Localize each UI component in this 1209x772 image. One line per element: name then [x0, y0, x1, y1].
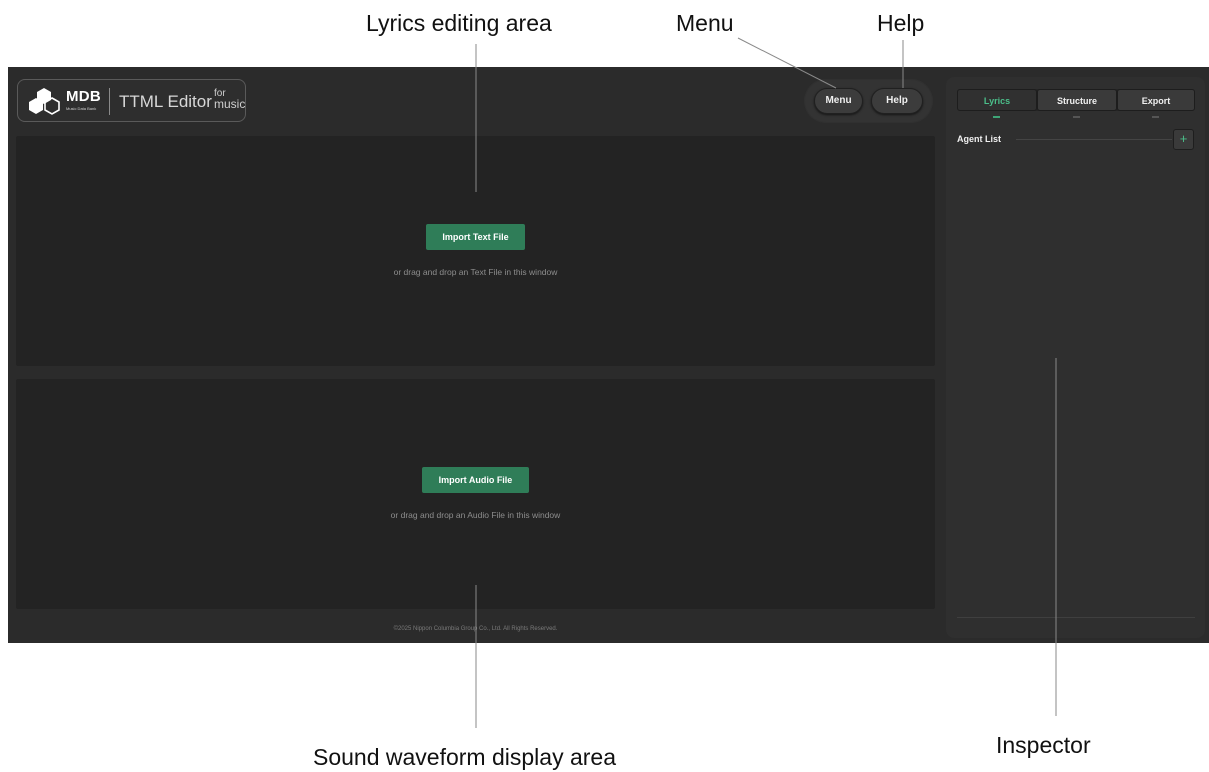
inspector-panel: Lyrics Structure Export Agent List +	[946, 77, 1205, 638]
annotation-sound-waveform-area: Sound waveform display area	[313, 744, 616, 770]
import-text-file-button[interactable]: Import Text File	[426, 224, 525, 250]
app-title-suffix: for music	[214, 89, 246, 111]
agent-list-divider	[1016, 139, 1172, 140]
logo-brand: MDB	[66, 88, 102, 105]
annotation-help: Help	[877, 10, 925, 36]
help-button[interactable]: Help	[871, 88, 923, 114]
audio-drop-hint: or drag and drop an Audio File in this w…	[390, 510, 561, 520]
logo-subtitle: Music Data Bank	[66, 106, 97, 111]
annotation-inspector: Inspector	[996, 732, 1091, 758]
app-title-suffix-music: music	[214, 97, 246, 111]
tab-indicator-export	[1152, 116, 1159, 118]
tab-export[interactable]: Export	[1117, 89, 1195, 111]
logo-separator	[109, 88, 110, 115]
tab-lyrics[interactable]: Lyrics	[957, 89, 1037, 111]
annotation-menu: Menu	[676, 10, 734, 36]
tab-structure[interactable]: Structure	[1037, 89, 1117, 111]
lyrics-editing-area[interactable]: Import Text File or drag and drop an Tex…	[16, 136, 935, 366]
app-logo: MDB Music Data Bank TTML Editor for musi…	[17, 79, 246, 122]
inspector-bottom-divider	[957, 617, 1195, 618]
text-drop-hint: or drag and drop an Text File in this wi…	[393, 267, 558, 277]
add-agent-button[interactable]: +	[1173, 129, 1194, 150]
sound-waveform-display-area[interactable]: Import Audio File or drag and drop an Au…	[16, 379, 935, 609]
app-window: MDB Music Data Bank TTML Editor for musi…	[8, 67, 1209, 643]
import-audio-file-button[interactable]: Import Audio File	[422, 467, 529, 493]
agent-list-label: Agent List	[957, 134, 1001, 144]
header-button-group: Menu Help	[804, 79, 933, 123]
annotation-lyrics-editing-area: Lyrics editing area	[366, 10, 552, 36]
tab-indicator-lyrics	[993, 116, 1000, 118]
hexagon-cluster-icon	[29, 88, 60, 115]
plus-icon: +	[1179, 131, 1188, 146]
inspector-tabs: Lyrics Structure Export	[957, 89, 1195, 111]
footer-copyright: ©2025 Nippon Columbia Group Co., Ltd. Al…	[393, 626, 558, 632]
menu-button[interactable]: Menu	[814, 88, 863, 114]
app-title: TTML Editor	[119, 92, 212, 111]
tab-indicator-structure	[1073, 116, 1080, 118]
